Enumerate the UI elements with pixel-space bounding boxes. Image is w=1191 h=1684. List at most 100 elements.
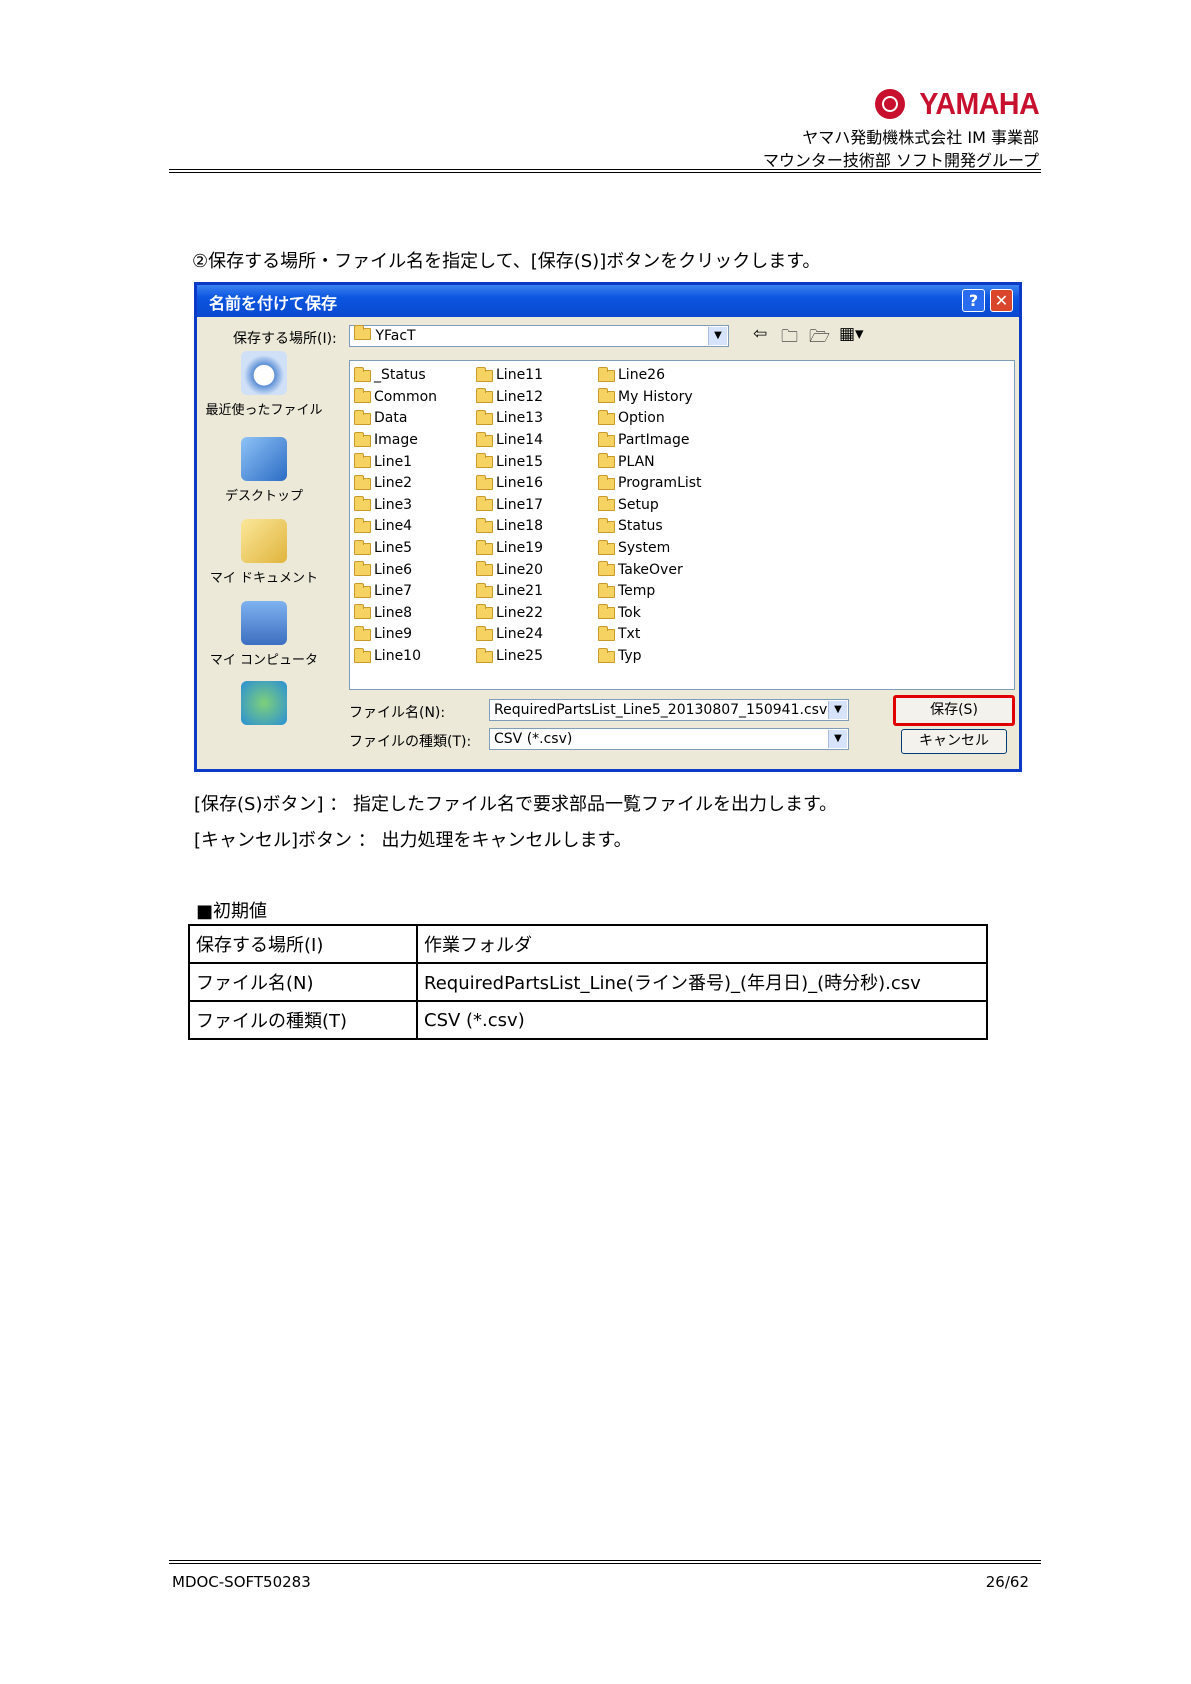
folder-item[interactable]: TakeOver — [598, 559, 702, 581]
folder-item[interactable]: Line14 — [476, 430, 543, 452]
folder-name: Status — [618, 518, 663, 535]
folder-name: Line12 — [496, 388, 543, 405]
folder-item[interactable]: Line6 — [354, 559, 437, 581]
close-button[interactable]: ✕ — [990, 289, 1013, 312]
folder-column-2: Line11 Line12 Line13 Line14 Line15 Line16 Line… — [476, 365, 543, 667]
folder-name: Line15 — [496, 453, 543, 470]
instruction-text: ②保存する場所・ファイル名を指定して、[保存(S)]ボタンをクリックします。 — [192, 251, 821, 272]
folder-item[interactable]: Data — [354, 408, 437, 430]
folder-item[interactable]: Txt — [598, 624, 702, 646]
folder-item[interactable]: Line10 — [354, 646, 437, 668]
folder-icon — [476, 539, 493, 555]
filename-label: ファイル名(N): — [349, 705, 446, 721]
header-divider-2 — [169, 172, 1041, 173]
place-desktop[interactable]: デスクトップ — [205, 437, 323, 504]
folder-name: Line7 — [374, 583, 413, 600]
folder-item[interactable]: Line13 — [476, 408, 543, 430]
chevron-down-icon[interactable]: ▼ — [708, 327, 727, 345]
folder-item[interactable]: Line17 — [476, 495, 543, 517]
folder-name: TakeOver — [618, 561, 683, 578]
new-folder-icon[interactable]: 🗁 — [809, 324, 830, 353]
folder-icon — [476, 582, 493, 598]
place-my-documents[interactable]: マイ ドキュメント — [205, 519, 323, 586]
folder-name: _Status — [374, 367, 426, 384]
folder-name: ProgramList — [618, 475, 702, 492]
folder-item[interactable]: Line18 — [476, 516, 543, 538]
folder-item[interactable]: Tok — [598, 603, 702, 625]
table-cell-value: CSV (*.csv) — [416, 1000, 988, 1040]
folder-item[interactable]: Line25 — [476, 646, 543, 668]
folder-item[interactable]: Typ — [598, 646, 702, 668]
folder-item[interactable]: Line21 — [476, 581, 543, 603]
folder-item[interactable]: Line26 — [598, 365, 702, 387]
folder-item[interactable]: Line3 — [354, 495, 437, 517]
footer-divider — [169, 1560, 1041, 1561]
place-network[interactable] — [205, 681, 323, 729]
save-button[interactable]: 保存(S) — [893, 695, 1015, 726]
folder-item[interactable]: Line2 — [354, 473, 437, 495]
folder-icon — [598, 561, 615, 577]
recent-files-icon — [241, 351, 287, 395]
filetype-select[interactable]: CSV (*.csv) ▼ — [489, 728, 849, 750]
up-folder-icon[interactable]: 🗀 — [781, 324, 798, 353]
folder-icon — [476, 496, 493, 512]
folder-name: Line19 — [496, 540, 543, 557]
chevron-down-icon[interactable]: ▼ — [828, 701, 847, 719]
folder-icon — [476, 474, 493, 490]
network-icon — [241, 681, 287, 725]
folder-item[interactable]: Line16 — [476, 473, 543, 495]
folder-icon — [476, 366, 493, 382]
folder-item[interactable]: System — [598, 538, 702, 560]
folder-name: Line1 — [374, 453, 413, 470]
folder-name: Temp — [618, 583, 656, 600]
folder-item[interactable]: My History — [598, 387, 702, 409]
filetype-value: CSV (*.csv) — [494, 731, 573, 747]
folder-item[interactable]: Line12 — [476, 387, 543, 409]
place-recent[interactable]: 最近使ったファイル — [205, 351, 323, 418]
cancel-button[interactable]: キャンセル — [901, 729, 1007, 754]
folder-item[interactable]: Line22 — [476, 603, 543, 625]
folder-item[interactable]: Line20 — [476, 559, 543, 581]
folder-item[interactable]: Line4 — [354, 516, 437, 538]
folder-name: Line16 — [496, 475, 543, 492]
folder-item[interactable]: Line19 — [476, 538, 543, 560]
folder-icon — [354, 496, 371, 512]
folder-item[interactable]: Line9 — [354, 624, 437, 646]
folder-item[interactable]: Setup — [598, 495, 702, 517]
folder-item[interactable]: ProgramList — [598, 473, 702, 495]
folder-item[interactable]: _Status — [354, 365, 437, 387]
save-in-dropdown[interactable]: YFacT ▼ — [349, 325, 729, 347]
folder-item[interactable]: Line24 — [476, 624, 543, 646]
chevron-down-icon[interactable]: ▼ — [828, 730, 847, 748]
place-label: マイ ドキュメント — [209, 571, 319, 586]
help-button[interactable]: ? — [962, 289, 985, 312]
yamaha-logo: YAMAHA — [874, 86, 1039, 122]
folder-icon — [354, 647, 371, 663]
folder-name: Common — [374, 388, 438, 405]
folder-item[interactable]: PartImage — [598, 430, 702, 452]
save-in-label: 保存する場所(I): — [233, 331, 337, 347]
folder-item[interactable]: Line7 — [354, 581, 437, 603]
filename-input[interactable]: RequiredPartsList_Line5_20130807_150941.… — [489, 699, 849, 721]
folder-item[interactable]: Line11 — [476, 365, 543, 387]
folder-item[interactable]: Line1 — [354, 451, 437, 473]
cancel-button-note: [キャンセル]ボタン ： 出力処理をキャンセルします。 — [194, 830, 632, 851]
folder-item[interactable]: Option — [598, 408, 702, 430]
folder-item[interactable]: PLAN — [598, 451, 702, 473]
folder-item[interactable]: Temp — [598, 581, 702, 603]
company-name: ヤマハ発動機株式会社 IM 事業部 — [802, 128, 1039, 147]
folder-item[interactable]: Line8 — [354, 603, 437, 625]
back-icon[interactable]: ⇦ — [753, 324, 767, 344]
folder-item[interactable]: Line15 — [476, 451, 543, 473]
folder-item[interactable]: Common — [354, 387, 437, 409]
page-number: 26/62 — [985, 1573, 1029, 1591]
folder-icon — [476, 388, 493, 404]
view-menu-icon[interactable]: ▦▾ — [839, 324, 864, 344]
folder-item[interactable]: Image — [354, 430, 437, 452]
folder-name: Line5 — [374, 540, 413, 557]
place-my-computer[interactable]: マイ コンピュータ — [205, 601, 323, 668]
folder-icon — [598, 388, 615, 404]
file-list[interactable]: _Status Common Data Image Line1 Line2 Line3 Lin… — [349, 360, 1015, 690]
folder-item[interactable]: Status — [598, 516, 702, 538]
folder-item[interactable]: Line5 — [354, 538, 437, 560]
